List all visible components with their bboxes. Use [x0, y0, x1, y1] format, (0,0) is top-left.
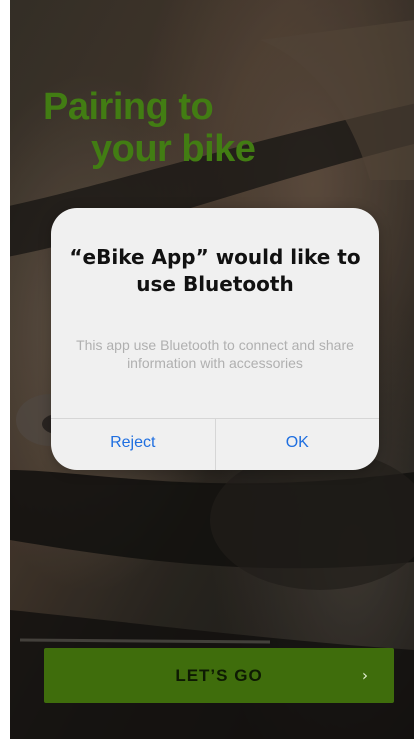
ok-button[interactable]: OK [216, 419, 380, 470]
lets-go-label: LET’S GO [175, 665, 263, 685]
dialog-title: “eBike App” would like to use Bluetooth [69, 245, 361, 296]
lets-go-button[interactable]: LET’S GO › [44, 648, 394, 703]
dialog-message: This app use Bluetooth to connect and sh… [76, 337, 354, 371]
chevron-right-icon: › [362, 666, 368, 685]
bluetooth-permission-dialog: “eBike App” would like to use Bluetooth … [51, 208, 379, 470]
dialog-actions: Reject OK [51, 419, 379, 470]
reject-button[interactable]: Reject [51, 419, 215, 470]
